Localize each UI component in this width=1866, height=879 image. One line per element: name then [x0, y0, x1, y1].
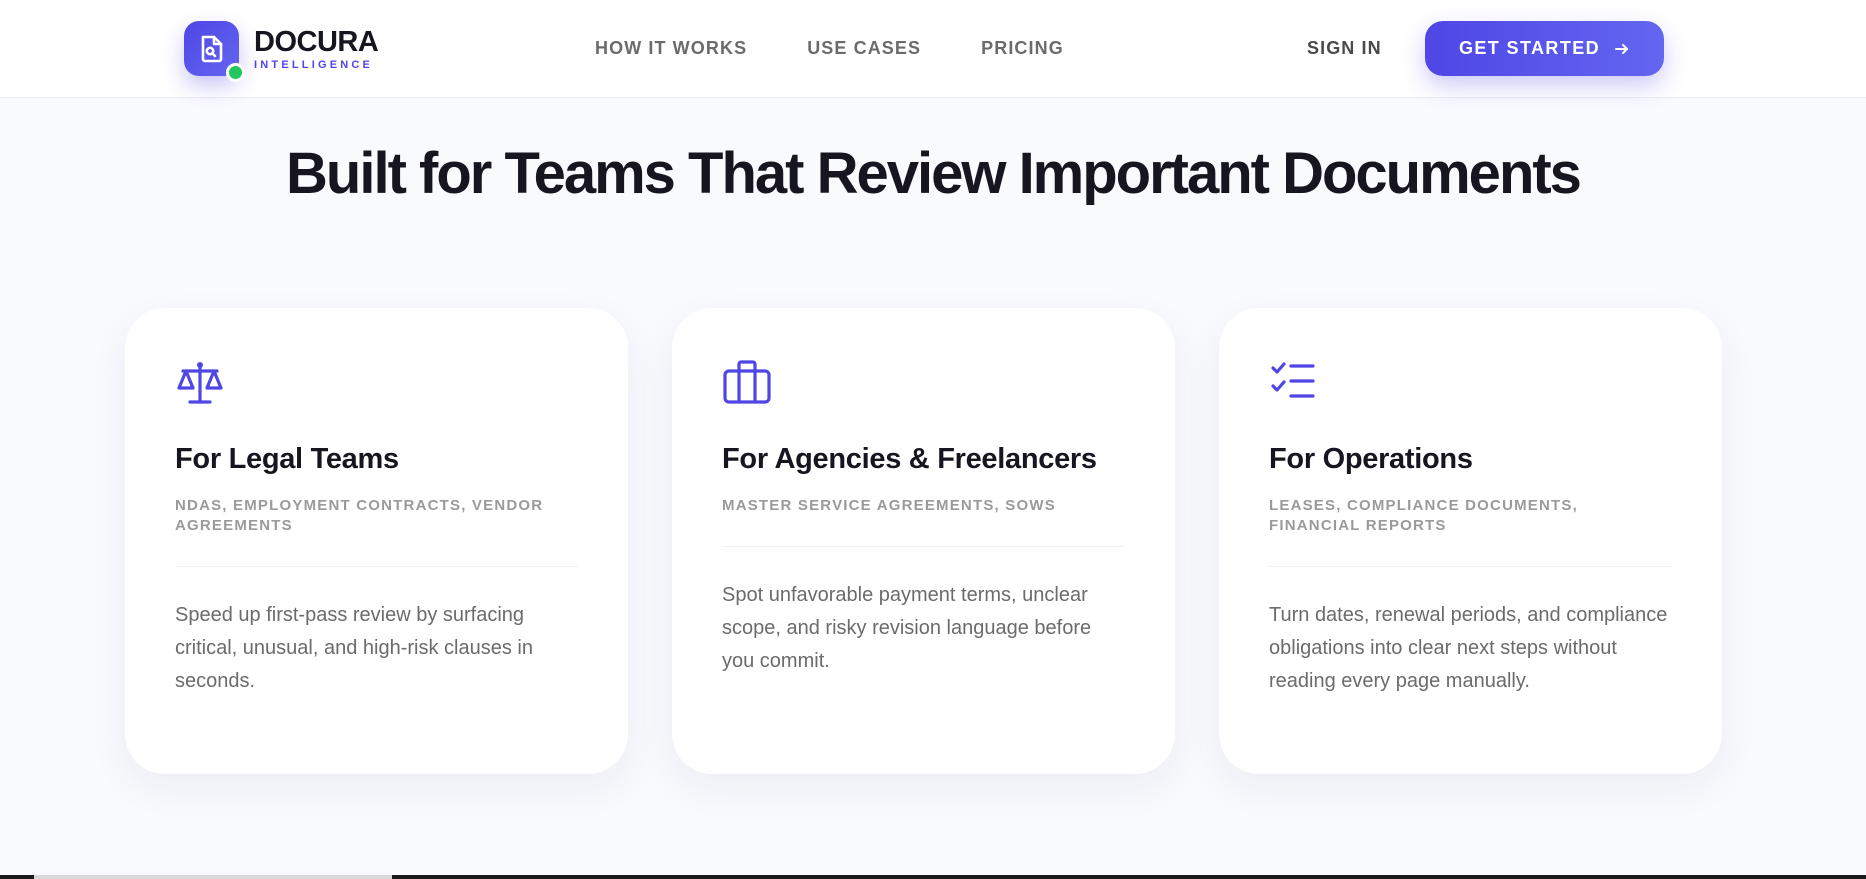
horizontal-scrollbar[interactable]: [0, 875, 1866, 879]
nav-pricing[interactable]: PRICING: [981, 38, 1064, 59]
card-legal-teams: For Legal Teams NDAS, EMPLOYMENT CONTRAC…: [125, 308, 628, 774]
card-operations: For Operations LEASES, COMPLIANCE DOCUME…: [1219, 308, 1722, 774]
card-title: For Operations: [1269, 443, 1473, 475]
card-title: For Agencies & Freelancers: [722, 443, 1097, 475]
document-search-icon: [201, 35, 222, 62]
nav-how-it-works[interactable]: HOW IT WORKS: [595, 38, 747, 59]
logo-text: DOCURA INTELLIGENCE: [254, 25, 379, 71]
arrow-right-icon: [1615, 43, 1629, 54]
briefcase-icon: [723, 360, 771, 404]
checklist-icon: [1271, 362, 1315, 398]
get-started-button[interactable]: GET STARTED: [1425, 21, 1664, 76]
main-nav: HOW IT WORKS USE CASES PRICING: [595, 38, 1064, 59]
logo-name: DOCURA: [254, 25, 379, 58]
card-title: For Legal Teams: [175, 443, 399, 475]
logo-mark: [184, 21, 245, 82]
get-started-label: GET STARTED: [1458, 38, 1601, 58]
card-tags: MASTER SERVICE AGREEMENTS, SOWS: [722, 496, 1125, 547]
site-header: DOCURA INTELLIGENCE HOW IT WORKS USE CAS…: [0, 0, 1866, 98]
logo[interactable]: DOCURA INTELLIGENCE: [184, 21, 379, 82]
card-description: Turn dates, renewal periods, and complia…: [1269, 604, 1668, 692]
card-tags: LEASES, COMPLIANCE DOCUMENTS, FINANCIAL …: [1269, 496, 1672, 567]
scale-icon: [177, 361, 223, 404]
sign-in-link[interactable]: SIGN IN: [1307, 38, 1382, 59]
card-tags: NDAS, EMPLOYMENT CONTRACTS, VENDOR AGREE…: [175, 496, 578, 567]
card-description: Speed up first-pass review by surfacing …: [175, 604, 533, 692]
nav-use-cases[interactable]: USE CASES: [807, 38, 921, 59]
logo-tagline: INTELLIGENCE: [254, 58, 374, 71]
scrollbar-thumb[interactable]: [34, 875, 392, 879]
status-dot: [226, 63, 245, 82]
section-title: Built for Teams That Review Important Do…: [286, 141, 1582, 206]
card-agencies-freelancers: For Agencies & Freelancers MASTER SERVIC…: [672, 308, 1175, 774]
card-description: Spot unfavorable payment terms, unclear …: [722, 584, 1092, 672]
